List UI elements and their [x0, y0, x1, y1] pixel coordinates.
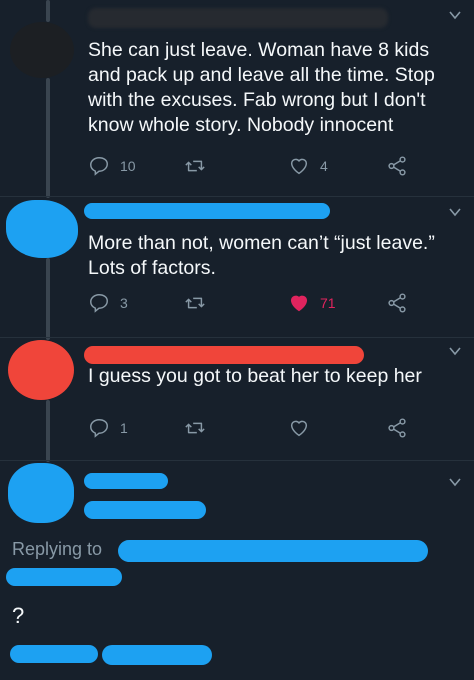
tweet-2[interactable]: More than not, women can’t “just leave.”…: [0, 197, 474, 337]
like-count: 4: [320, 158, 328, 174]
like-button[interactable]: 71: [288, 290, 336, 316]
tweet-1[interactable]: She can just leave. Woman have 8 kids an…: [0, 0, 474, 196]
like-icon: [290, 295, 308, 312]
avatar[interactable]: [6, 200, 78, 258]
avatar[interactable]: [8, 463, 74, 523]
reply-count: 10: [120, 158, 136, 174]
tweet-3[interactable]: I guess you got to beat her to keep her …: [0, 338, 474, 460]
avatar[interactable]: [10, 22, 74, 78]
retweet-icon: [185, 297, 205, 309]
username-redaction: [84, 346, 364, 364]
replying-to-handle-redaction[interactable]: [6, 568, 122, 586]
chevron-down-icon[interactable]: [448, 8, 462, 22]
handle-redaction: [84, 501, 206, 519]
reply-icon: [90, 419, 108, 438]
share-icon: [388, 418, 406, 438]
reply-button[interactable]: 3: [88, 290, 128, 316]
reply-count: 1: [120, 420, 128, 436]
retweet-icon: [185, 422, 205, 434]
replying-to-label: Replying to: [12, 539, 103, 559]
retweet-button[interactable]: [184, 415, 206, 441]
like-count: 71: [320, 295, 336, 311]
chevron-down-icon[interactable]: [448, 344, 462, 358]
bottom-redaction: [102, 645, 212, 665]
reply-button[interactable]: 1: [88, 415, 128, 441]
tweet-text: She can just leave. Woman have 8 kids an…: [88, 39, 435, 136]
chevron-down-icon[interactable]: [448, 205, 462, 219]
tweet-text: I guess you got to beat her to keep her: [88, 365, 422, 387]
chevron-down-icon[interactable]: [448, 475, 462, 489]
share-button[interactable]: [386, 415, 408, 441]
retweet-icon: [185, 160, 205, 172]
like-button[interactable]: 4: [288, 153, 328, 179]
retweet-button[interactable]: [184, 290, 206, 316]
reply-button[interactable]: 10: [88, 153, 136, 179]
share-button[interactable]: [386, 153, 408, 179]
reply-icon: [90, 157, 108, 176]
reply-icon: [90, 294, 108, 313]
like-icon: [290, 158, 308, 175]
tweet-actions: 10 4: [88, 153, 418, 179]
username-redaction: [84, 203, 330, 219]
tweet-actions: 1: [88, 415, 418, 441]
tweet-text: More than not, women can’t “just leave.”…: [88, 232, 435, 279]
reply-count: 3: [120, 295, 128, 311]
retweet-button[interactable]: [184, 153, 206, 179]
share-icon: [388, 293, 406, 313]
username-redaction: [88, 8, 388, 28]
avatar[interactable]: [8, 340, 74, 400]
like-icon: [290, 420, 308, 437]
tweet-actions: 3 71: [88, 290, 418, 316]
replying-to-handle-redaction[interactable]: [118, 540, 428, 562]
like-button[interactable]: [288, 415, 310, 441]
bottom-redaction: [10, 645, 98, 663]
share-icon: [388, 156, 406, 176]
share-button[interactable]: [386, 290, 408, 316]
reply-text: ?: [12, 603, 25, 628]
display-name-redaction: [84, 473, 168, 489]
